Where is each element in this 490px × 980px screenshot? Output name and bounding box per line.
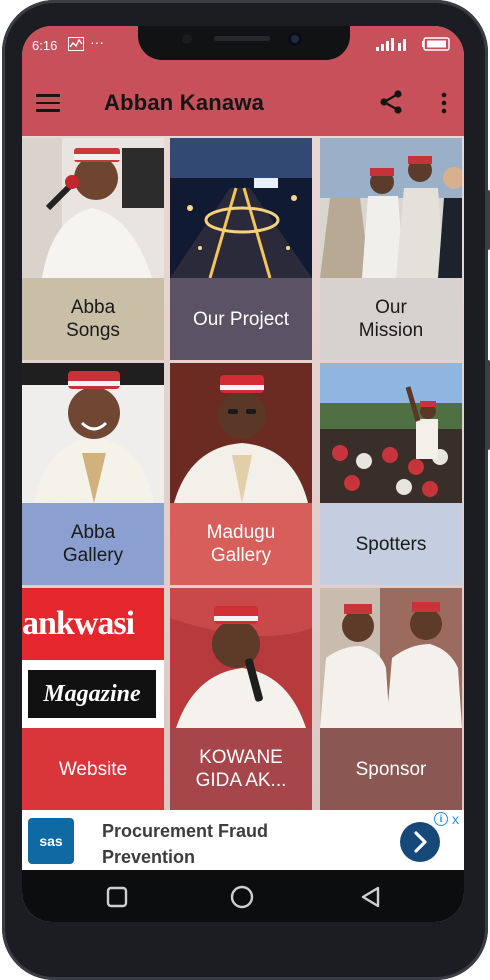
share-icon[interactable] (377, 88, 405, 116)
kwankwasiyya-magazine-image: ankwasi Magazine (22, 588, 164, 728)
front-camera (288, 32, 302, 46)
magazine-label: Magazine (28, 670, 156, 718)
tile-caption: Our Mission (320, 278, 462, 360)
tile-label-line2: Mission (358, 320, 424, 341)
tile-our-mission[interactable]: Our Mission (320, 138, 462, 360)
ad-banner[interactable]: sas Procurement Fraud Prevention i x (22, 810, 464, 870)
abba-singing-photo (22, 138, 164, 278)
tile-label-line1: KOWANE (199, 747, 283, 768)
camera-notch (138, 26, 350, 60)
tile-caption: Madugu Gallery (170, 503, 312, 585)
ad-info-icon[interactable]: i (434, 812, 448, 826)
volume-button (486, 190, 490, 250)
activity-icon (68, 37, 84, 54)
tile-label-line2: Gallery (62, 545, 124, 566)
tile-abba-songs[interactable]: Abba Songs (22, 138, 164, 360)
status-time: 6:16 (32, 38, 58, 53)
app-bar: Abban Kanawa (22, 66, 464, 136)
power-button (486, 360, 490, 450)
battery-icon (422, 37, 452, 54)
tile-abba-gallery[interactable]: Abba Gallery (22, 363, 164, 585)
tile-caption: Website (22, 728, 164, 810)
more-vert-icon[interactable] (434, 92, 454, 114)
ad-headline[interactable]: Procurement Fraud Prevention (102, 818, 342, 870)
tile-label-line1: Sponsor (355, 758, 427, 780)
tile-madugu-gallery[interactable]: Madugu Gallery (170, 363, 312, 585)
madugu-portrait-photo (170, 363, 312, 503)
tile-sponsor[interactable]: Sponsor (320, 588, 462, 810)
tile-label-line1: Website (58, 758, 128, 780)
triangle-back-icon[interactable] (360, 886, 382, 913)
tile-our-project[interactable]: Our Project (170, 138, 312, 360)
tile-website[interactable]: ankwasi Magazine Website (22, 588, 164, 810)
abba-portrait-photo (22, 363, 164, 503)
tile-label-line1: Abba (70, 522, 116, 543)
two-men-photo (320, 588, 462, 728)
tile-kowane-gida[interactable]: KOWANE GIDA AK... (170, 588, 312, 810)
ad-headline-line1: Procurement Fraud (102, 821, 269, 841)
tile-label-line1: Our Project (192, 308, 290, 330)
ad-close-icon[interactable]: x (452, 811, 459, 827)
tile-label-line1: Abba (70, 297, 116, 318)
screen: 6:16 ··· Abban Kanawa Abba Songs Our Pro… (22, 26, 464, 922)
circle-nav-icon[interactable] (230, 885, 254, 914)
square-nav-icon[interactable] (106, 886, 128, 913)
tile-caption: Our Project (170, 278, 312, 360)
tile-spotters[interactable]: Spotters (320, 363, 462, 585)
tile-label-line1: Our (375, 297, 407, 318)
menu-icon[interactable] (36, 94, 60, 112)
tile-caption: Sponsor (320, 728, 462, 810)
more-notifications-icon: ··· (90, 34, 104, 50)
tile-label-line2: Songs (66, 320, 120, 341)
app-title: Abban Kanawa (104, 90, 265, 115)
sas-logo: sas (28, 818, 74, 864)
menu-grid: Abba Songs Our Project Our Mission Abba … (22, 136, 464, 810)
tile-caption: KOWANE GIDA AK... (170, 728, 312, 810)
signal-icon (376, 37, 410, 54)
tile-label-line1: Madugu (206, 522, 276, 543)
tile-caption: Abba Songs (22, 278, 164, 360)
speaker-with-mic-photo (170, 588, 312, 728)
system-nav-bar (22, 870, 464, 922)
rally-crowd-photo (320, 363, 462, 503)
magazine-brand-text: ankwasi (22, 588, 164, 660)
tile-label-line1: Spotters (355, 533, 427, 555)
sensor-dot (182, 34, 192, 44)
crowd-meeting-photo (320, 138, 462, 278)
city-night-photo (170, 138, 312, 278)
ad-headline-line2: Prevention (102, 847, 196, 867)
tile-caption: Spotters (320, 503, 462, 585)
chevron-right-icon[interactable] (400, 822, 440, 862)
tile-label-line2: Gallery (210, 545, 272, 566)
tile-label-line2: GIDA AK... (195, 770, 287, 791)
earpiece-speaker (214, 36, 270, 41)
tile-caption: Abba Gallery (22, 503, 164, 585)
